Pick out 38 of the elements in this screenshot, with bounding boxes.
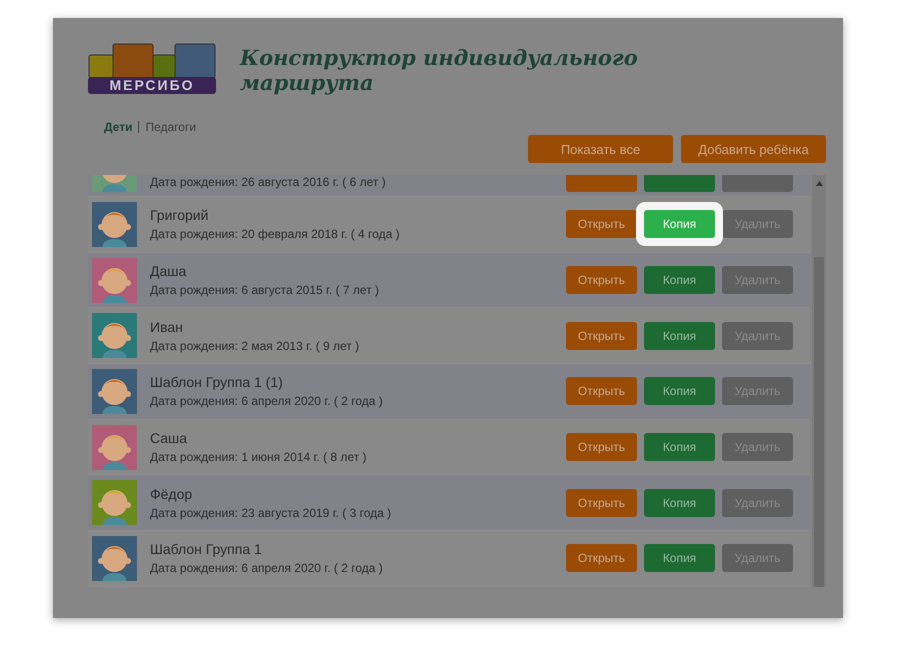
logo-text: МЕРСИБО — [88, 77, 216, 94]
copy-button[interactable]: Копия — [644, 433, 715, 462]
open-button[interactable]: Открыть — [566, 266, 637, 294]
birth-date: Дата рождения: 2 мая 2013 г. ( 9 лет ) — [150, 338, 360, 353]
open-button[interactable]: Открыть — [566, 433, 637, 462]
scrollbar[interactable] — [812, 175, 826, 587]
toolbar-button[interactable]: Показать все — [528, 135, 673, 163]
tab[interactable]: Дети — [98, 120, 138, 134]
child-name: Шаблон Группа 1 — [150, 541, 263, 558]
copy-button[interactable]: Копия — [644, 266, 715, 294]
child-name: Саша — [150, 430, 188, 446]
scroll-thumb[interactable] — [814, 257, 824, 587]
open-button[interactable]: Открыть — [566, 544, 637, 572]
child-name: Шаблон Группа 1 (1) — [150, 374, 284, 390]
open-button[interactable]: Открыть — [566, 377, 637, 406]
child-name: Иван — [150, 318, 184, 335]
toolbar-button[interactable]: Добавить ребёнка — [681, 135, 826, 163]
birth-date: Дата рождения: 6 августа 2015 г. ( 7 лет ) — [150, 283, 380, 298]
child-name: Даша — [150, 263, 188, 280]
copy-button[interactable]: Копия — [644, 210, 715, 238]
open-button[interactable]: Открыть — [566, 210, 637, 238]
birth-date: Дата рождения: 1 июня 2014 г. ( 8 лет ) — [150, 450, 368, 464]
scroll-up-icon[interactable] — [816, 181, 822, 186]
copy-button[interactable]: Копия — [644, 322, 715, 350]
copy-button[interactable]: Копия — [644, 488, 715, 517]
copy-button[interactable]: Копия — [644, 544, 715, 572]
open-button[interactable]: Открыть — [566, 488, 637, 517]
birth-date: Дата рождения: 6 апреля 2020 г. ( 2 года ) — [150, 394, 384, 408]
child-name: Фёдор — [150, 486, 194, 502]
birth-date: Дата рождения: 26 августа 2016 г. ( 6 лет ) — [150, 175, 387, 189]
page-title: Конструктор индивидуального маршрута — [240, 45, 639, 95]
child-name: Григорий — [150, 207, 210, 224]
copy-button[interactable]: Копия — [644, 377, 715, 406]
birth-date: Дата рождения: 6 апреля 2020 г. ( 2 года ) — [150, 561, 384, 576]
open-button[interactable]: Открыть — [566, 322, 637, 350]
tab[interactable]: Педагоги — [139, 120, 202, 134]
birth-date: Дата рождения: 20 февраля 2018 г. ( 4 года ) — [150, 227, 401, 242]
birth-date: Дата рождения: 23 августа 2019 г. ( 3 года ) — [150, 506, 392, 520]
